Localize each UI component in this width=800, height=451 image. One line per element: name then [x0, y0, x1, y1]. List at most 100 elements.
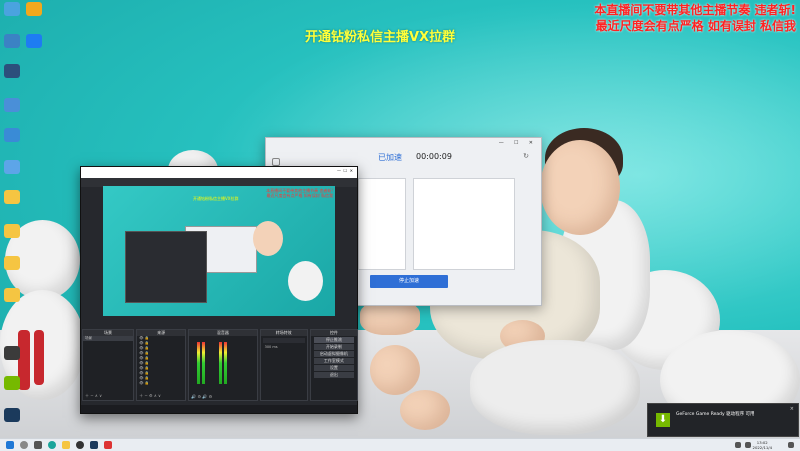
baby-head: [540, 140, 620, 235]
taskbar-clock[interactable]: 13:02 2022/11/4: [753, 440, 772, 450]
lock-icon[interactable]: 🔒: [145, 351, 149, 355]
eye-icon[interactable]: 👁: [139, 381, 143, 385]
eye-icon[interactable]: 👁: [139, 361, 143, 365]
steam-titlebar[interactable]: — ☐ ✕: [266, 138, 541, 152]
eye-icon[interactable]: 👁: [139, 336, 143, 340]
eye-icon[interactable]: 👁: [139, 371, 143, 375]
accelerate-list-right: [413, 178, 515, 270]
transitions-dock-header: 转场特效: [260, 330, 307, 336]
obs-statusbar: [81, 405, 357, 413]
eye-icon[interactable]: 👁: [139, 351, 143, 355]
recycle-bin-icon[interactable]: [4, 2, 20, 16]
lock-icon[interactable]: 🔒: [145, 356, 149, 360]
notification-title: GeForce Game Ready 驱动程序 可用: [676, 412, 755, 417]
app-icon-5-icon[interactable]: [4, 64, 20, 78]
overlay-center-text: 开通钻粉私信主播VX拉群: [305, 30, 456, 45]
source-row[interactable]: 👁 🔒: [137, 381, 185, 386]
mixer-meter-1: [197, 342, 201, 384]
stop-accelerate-button[interactable]: 停止加速: [370, 275, 448, 288]
this-pc-icon[interactable]: [4, 34, 20, 48]
app-icon-8-icon[interactable]: [4, 160, 20, 174]
start-icon[interactable]: [6, 441, 14, 449]
notification-center-icon[interactable]: [788, 442, 794, 448]
obs-docks: 场景 场景 ＋ − ∧ ∨ 来源 👁 🔒 👁 🔒 👁 🔒 👁 🔒 👁 🔒 👁 🔒 👁 🔒 👁 …: [81, 329, 359, 403]
folder-3-icon[interactable]: [4, 256, 20, 270]
sources-dock-footer: ＋ − ⚙ ∧ ∨: [139, 393, 161, 398]
sidebar-home-icon[interactable]: [272, 158, 280, 166]
download-icon: ⬇: [656, 413, 670, 427]
geforce-icon-icon[interactable]: [4, 376, 20, 390]
preview-overlay-red: 本直播间不要带其他主播节奏 违者斩! 最近尺度会有点严格 如有误封 私信我: [266, 188, 333, 198]
app-icon-2-icon[interactable]: [26, 2, 42, 16]
tray-volume-icon[interactable]: [745, 442, 751, 448]
obs-taskbar-icon[interactable]: [76, 441, 84, 449]
folder-4-icon[interactable]: [4, 288, 20, 302]
minimize-icon[interactable]: —: [337, 168, 341, 173]
lock-icon[interactable]: 🔒: [145, 336, 149, 340]
taskbar-date: 2022/11/4: [752, 445, 772, 450]
explorer-icon[interactable]: [62, 441, 70, 449]
teddy-bear-ribbon-2: [34, 330, 44, 385]
geforce-notification[interactable]: ⬇ GeForce Game Ready 驱动程序 可用 ×: [647, 403, 799, 437]
control-button-1[interactable]: 开始录制: [313, 344, 354, 350]
transition-select[interactable]: [262, 338, 305, 343]
control-button-2[interactable]: 启动虚拟摄像机: [313, 351, 354, 357]
eye-icon[interactable]: 👁: [139, 376, 143, 380]
accelerate-timer: 00:00:09: [416, 152, 452, 161]
eye-icon[interactable]: 👁: [139, 356, 143, 360]
control-button-4[interactable]: 设置: [313, 365, 354, 371]
kugou-icon-icon[interactable]: [26, 34, 42, 48]
lock-icon[interactable]: 🔒: [145, 366, 149, 370]
obs-icon-icon[interactable]: [4, 346, 20, 360]
control-button-5[interactable]: 退出: [313, 372, 354, 378]
taskbar: 13:02 2022/11/4: [0, 438, 800, 451]
obs-preview[interactable]: 开通钻粉私信主播VX拉群 本直播间不要带其他主播节奏 违者斩! 最近尺度会有点严…: [103, 186, 335, 316]
maximize-icon[interactable]: ☐: [344, 168, 348, 173]
folder-2-icon[interactable]: [4, 224, 20, 238]
app-icon-7-icon[interactable]: [4, 128, 20, 142]
mixer-dock: 混音器 🔊 ⚙ 🔊 ⚙: [188, 329, 258, 401]
overlay-right-line1: 本直播间不要带其他主播节奏 违者斩!: [594, 3, 796, 17]
taskview-icon[interactable]: [34, 441, 42, 449]
mixer-meter-2: [202, 342, 206, 384]
steam-taskbar-icon[interactable]: [90, 441, 98, 449]
transition-duration[interactable]: 300 ms: [263, 345, 305, 350]
folder-1-icon[interactable]: [4, 190, 20, 204]
edge-icon[interactable]: [48, 441, 56, 449]
obs-titlebar[interactable]: — ☐ ✕: [81, 167, 357, 178]
overlay-right-line2: 最近尺度会有点严格 如有误封 私信我: [595, 19, 796, 33]
close-icon[interactable]: ×: [790, 406, 794, 412]
tray-network-icon[interactable]: [735, 442, 741, 448]
maximize-icon[interactable]: ☐: [514, 140, 518, 146]
app-icon-6-icon[interactable]: [4, 98, 20, 112]
obs-window-controls: — ☐ ✕: [337, 168, 353, 177]
search-icon[interactable]: [20, 441, 28, 449]
eye-icon[interactable]: 👁: [139, 346, 143, 350]
lock-icon[interactable]: 🔒: [145, 341, 149, 345]
steam-icon-icon[interactable]: [4, 408, 20, 422]
preview-bear: [288, 261, 323, 301]
obs-window[interactable]: — ☐ ✕ 开通钻粉私信主播VX拉群 本直播间不要带其他主播节奏 违者斩! 最近…: [80, 166, 358, 414]
baby-foot-1: [370, 345, 420, 395]
lock-icon[interactable]: 🔒: [145, 376, 149, 380]
refresh-icon[interactable]: ↻: [523, 152, 529, 160]
scenes-dock: 场景 场景 ＋ − ∧ ∨: [82, 329, 135, 401]
sources-dock: 来源 👁 🔒 👁 🔒 👁 🔒 👁 🔒 👁 🔒 👁 🔒 👁 🔒 👁 🔒 👁 🔒 👁 🔒 ＋ − ⚙ …: [136, 329, 187, 401]
baby-foot-2: [400, 390, 450, 430]
close-icon[interactable]: ✕: [350, 168, 353, 173]
lock-icon[interactable]: 🔒: [145, 381, 149, 385]
eye-icon[interactable]: 👁: [139, 341, 143, 345]
accelerate-list-left: [358, 178, 406, 270]
lock-icon[interactable]: 🔒: [145, 361, 149, 365]
app-taskbar-icon[interactable]: [104, 441, 112, 449]
close-icon[interactable]: ✕: [529, 140, 533, 146]
eye-icon[interactable]: 👁: [139, 366, 143, 370]
lock-icon[interactable]: 🔒: [145, 371, 149, 375]
lock-icon[interactable]: 🔒: [145, 346, 149, 350]
scene-item[interactable]: 场景: [83, 336, 134, 341]
overlay-right-text: 本直播间不要带其他主播节奏 违者斩! 最近尺度会有点严格 如有误封 私信我: [594, 2, 796, 34]
control-button-3[interactable]: 工作室模式: [313, 358, 354, 364]
cushion-front: [470, 340, 640, 435]
control-button-0[interactable]: 停止推流: [313, 337, 354, 343]
minimize-icon[interactable]: —: [499, 140, 504, 146]
